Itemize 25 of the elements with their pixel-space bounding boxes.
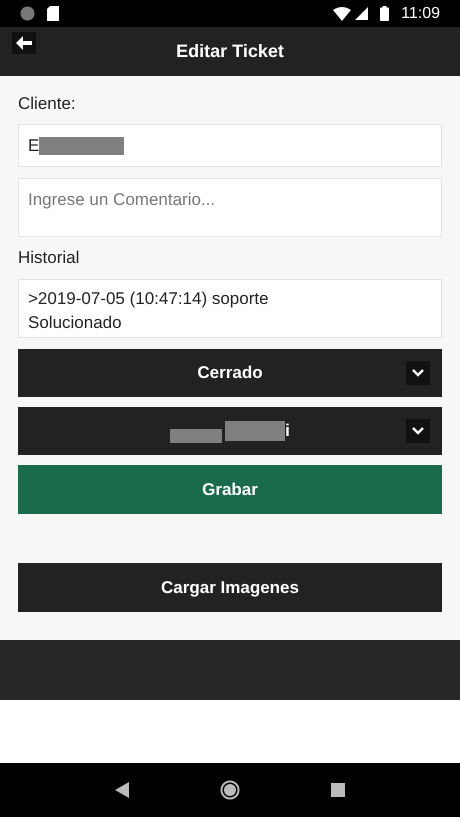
battery-icon: [380, 6, 390, 21]
sd-card-icon: [47, 6, 59, 21]
chevron-down-icon: [412, 427, 424, 435]
recents-nav-icon[interactable]: [330, 783, 345, 797]
window-title: Editar Ticket: [176, 40, 284, 63]
redaction-block: [170, 428, 222, 442]
save-button[interactable]: Grabar: [18, 465, 442, 514]
circle-icon: [20, 6, 35, 21]
home-nav-icon[interactable]: [220, 780, 240, 800]
status-time: 11:09: [401, 4, 440, 24]
client-label: Cliente:: [18, 93, 77, 115]
redaction-block: [225, 421, 286, 441]
status-dropdown[interactable]: Cerrado: [18, 349, 442, 397]
back-button[interactable]: [12, 32, 36, 54]
upload-images-button[interactable]: Cargar Imagenes: [18, 563, 442, 612]
comment-field[interactable]: Ingrese un Comentario...: [18, 178, 442, 237]
wifi-icon: [333, 6, 352, 20]
status-dropdown[interactable]: i: [18, 407, 442, 455]
back-nav-icon[interactable]: [115, 782, 130, 798]
signal-icon: [355, 7, 368, 20]
chevron-down-icon: [412, 369, 424, 377]
client-field[interactable]: E: [18, 124, 442, 167]
history-label: Historial: [18, 247, 80, 269]
history-field[interactable]: >2019-07-05 (10:47:14) soporte Solucionado: [18, 279, 442, 338]
back-arrow-icon: [16, 36, 32, 50]
